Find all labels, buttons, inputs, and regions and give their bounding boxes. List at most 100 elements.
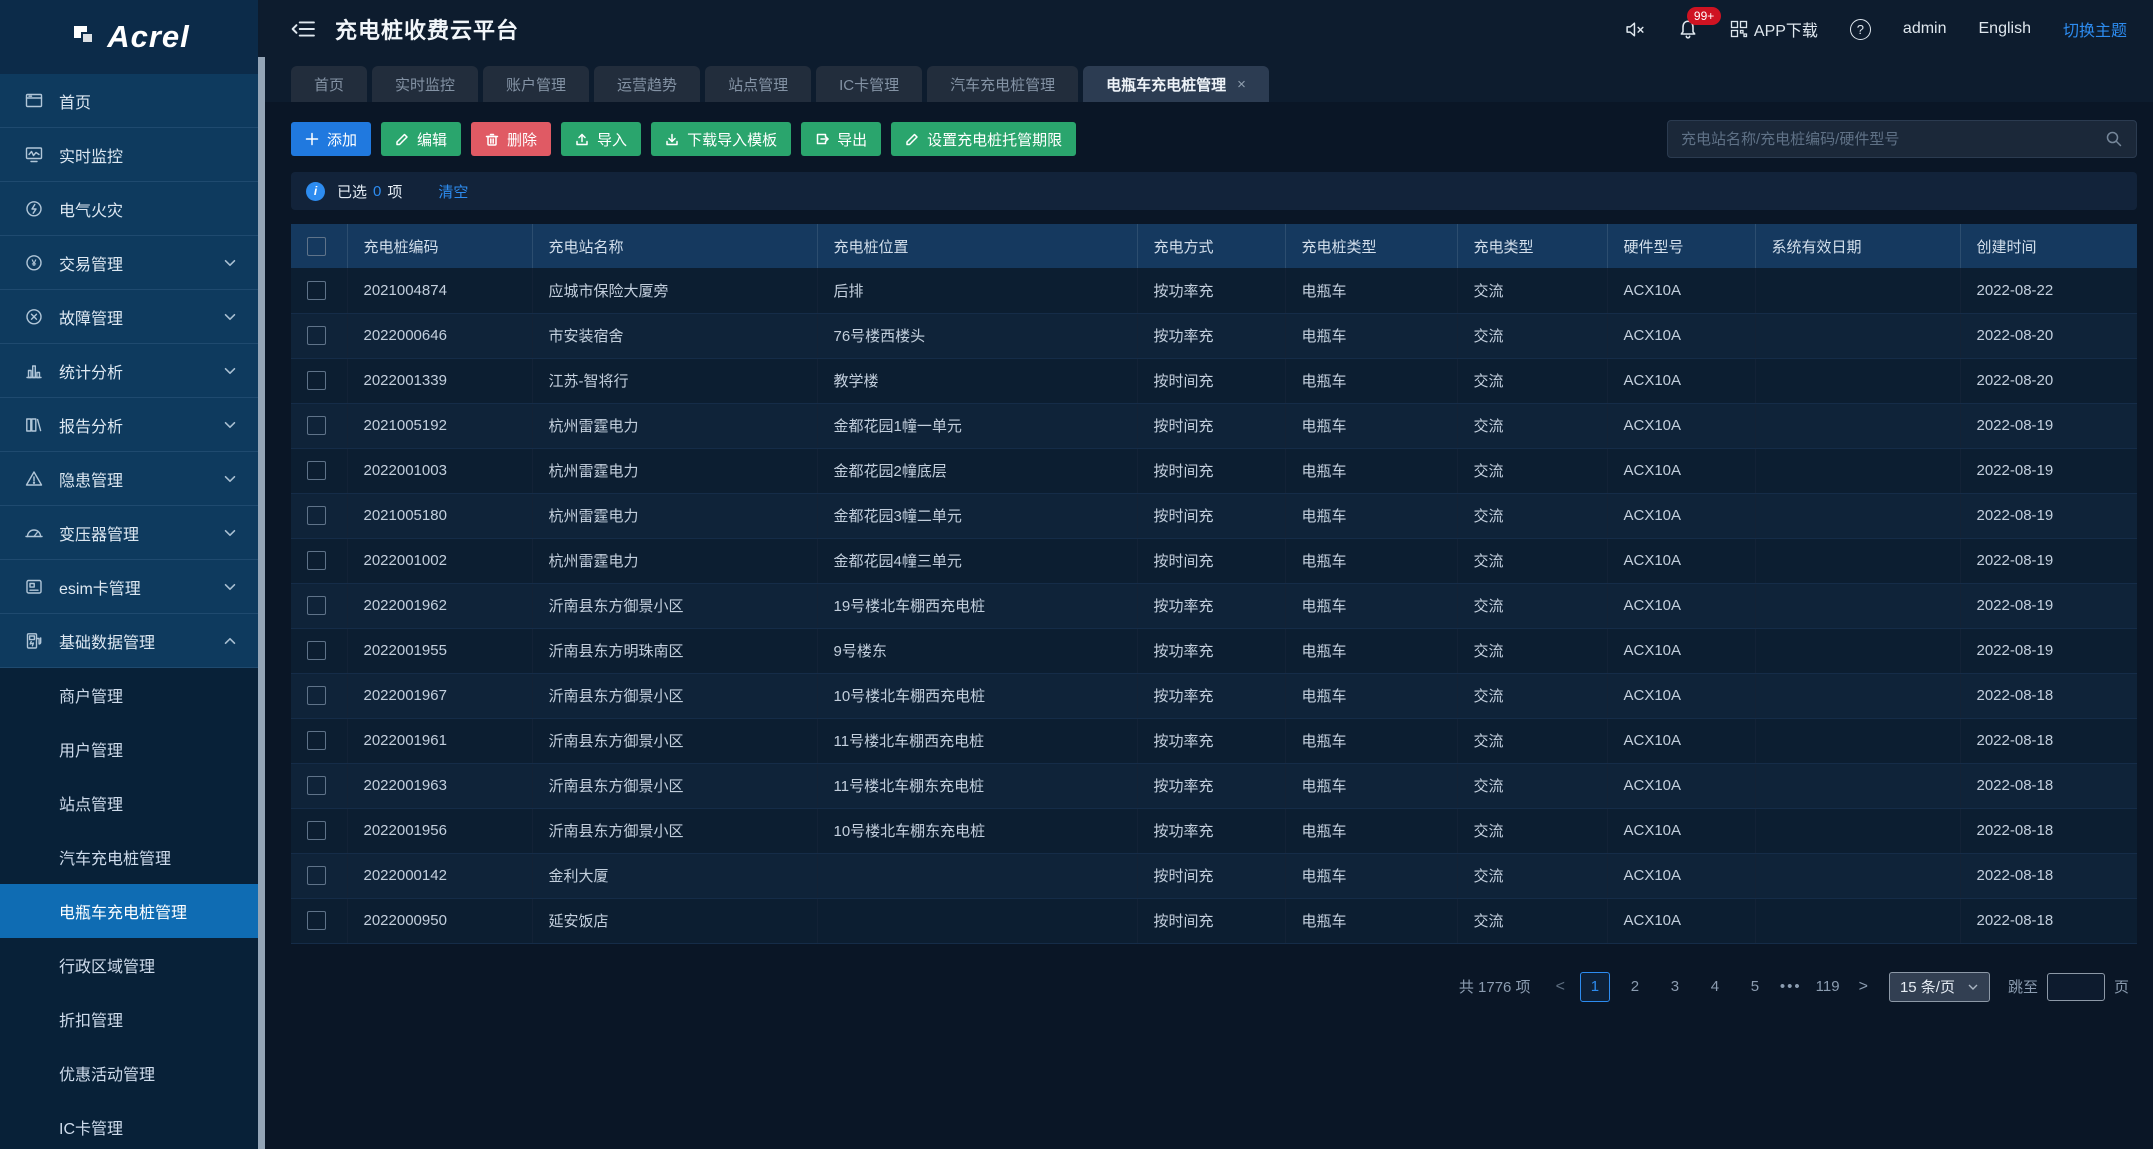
- sidebar-subitem-3[interactable]: 汽车充电桩管理: [0, 830, 258, 884]
- row-checkbox[interactable]: [307, 506, 326, 525]
- row-checkbox[interactable]: [307, 641, 326, 660]
- cell: [1755, 493, 1960, 538]
- sidebar-subitem-7[interactable]: 优惠活动管理: [0, 1046, 258, 1100]
- sidebar-subitem-8[interactable]: IC卡管理: [0, 1100, 258, 1149]
- jump-prefix: 跳至: [2008, 976, 2038, 997]
- sidebar-item-10[interactable]: 基础数据管理: [0, 614, 258, 668]
- sidebar-subitem-0[interactable]: 商户管理: [0, 668, 258, 722]
- jump-page-input[interactable]: [2047, 973, 2105, 1001]
- cell: [1755, 313, 1960, 358]
- toolbar-button-2[interactable]: 删除: [471, 122, 551, 156]
- page-number-4[interactable]: 4: [1700, 972, 1730, 1002]
- sidebar-subitem-2[interactable]: 站点管理: [0, 776, 258, 830]
- row-checkbox[interactable]: [307, 551, 326, 570]
- sidebar-item-5[interactable]: 统计分析: [0, 344, 258, 398]
- table-row[interactable]: 2022001003杭州雷霆电力金都花园2幢底层按时间充电瓶车交流ACX10A2…: [291, 448, 2137, 493]
- toolbar-button-6[interactable]: 设置充电桩托管期限: [891, 122, 1076, 156]
- page-number-2[interactable]: 2: [1620, 972, 1650, 1002]
- table-row[interactable]: 2022001002杭州雷霆电力金都花园4幢三单元按时间充电瓶车交流ACX10A…: [291, 538, 2137, 583]
- sidebar-item-9[interactable]: esim卡管理: [0, 560, 258, 614]
- page-number-119[interactable]: 119: [1812, 972, 1844, 1002]
- page-ellipsis[interactable]: •••: [1780, 978, 1802, 995]
- sidebar-subitem-1[interactable]: 用户管理: [0, 722, 258, 776]
- table-row[interactable]: 2021005180杭州雷霆电力金都花园3幢二单元按时间充电瓶车交流ACX10A…: [291, 493, 2137, 538]
- report-icon: [24, 415, 44, 435]
- help-icon[interactable]: ?: [1850, 19, 1871, 40]
- clear-selection-link[interactable]: 清空: [438, 181, 468, 202]
- table-row[interactable]: 2022001955沂南县东方明珠南区9号楼东按功率充电瓶车交流ACX10A20…: [291, 628, 2137, 673]
- sidebar-item-7[interactable]: 隐患管理: [0, 452, 258, 506]
- row-checkbox[interactable]: [307, 776, 326, 795]
- sidebar-item-1[interactable]: 实时监控: [0, 128, 258, 182]
- search-input[interactable]: [1681, 131, 2105, 148]
- toolbar-button-5[interactable]: 导出: [801, 122, 881, 156]
- tab-3[interactable]: 运营趋势: [594, 66, 700, 102]
- table-row[interactable]: 2022001962沂南县东方御景小区19号楼北车棚西充电桩按功率充电瓶车交流A…: [291, 583, 2137, 628]
- sidebar-subitem-6[interactable]: 折扣管理: [0, 992, 258, 1046]
- table-row[interactable]: 2022001963沂南县东方御景小区11号楼北车棚东充电桩按功率充电瓶车交流A…: [291, 763, 2137, 808]
- row-checkbox[interactable]: [307, 326, 326, 345]
- tab-4[interactable]: 站点管理: [705, 66, 811, 102]
- sidebar-item-6[interactable]: 报告分析: [0, 398, 258, 452]
- search-icon[interactable]: [2105, 130, 2123, 148]
- row-checkbox[interactable]: [307, 731, 326, 750]
- table-row[interactable]: 2022000142金利大厦按时间充电瓶车交流ACX10A2022-08-18: [291, 853, 2137, 898]
- info-icon: i: [306, 182, 325, 201]
- close-icon[interactable]: ×: [1237, 76, 1246, 93]
- row-checkbox[interactable]: [307, 416, 326, 435]
- row-checkbox[interactable]: [307, 821, 326, 840]
- toolbar-button-3[interactable]: 导入: [561, 122, 641, 156]
- speaker-muted-icon[interactable]: [1625, 20, 1646, 39]
- prev-page-arrow[interactable]: <: [1551, 978, 1570, 996]
- page-number-5[interactable]: 5: [1740, 972, 1770, 1002]
- theme-switch-link[interactable]: 切换主题: [2063, 17, 2127, 41]
- table-row[interactable]: 2021004874应城市保险大厦旁后排按功率充电瓶车交流ACX10A2022-…: [291, 268, 2137, 313]
- app-download-link[interactable]: APP下载: [1730, 17, 1818, 41]
- sidebar-scrollbar[interactable]: [258, 0, 265, 1149]
- row-checkbox[interactable]: [307, 461, 326, 480]
- row-checkbox-cell: [291, 808, 347, 853]
- row-checkbox[interactable]: [307, 866, 326, 885]
- page-number-3[interactable]: 3: [1660, 972, 1690, 1002]
- toolbar-button-4[interactable]: 下载导入模板: [651, 122, 791, 156]
- toolbar-button-1[interactable]: 编辑: [381, 122, 461, 156]
- table-row[interactable]: 2022000646市安装宿舍76号楼西楼头按功率充电瓶车交流ACX10A202…: [291, 313, 2137, 358]
- home-icon: [24, 91, 44, 111]
- menu-fold-icon[interactable]: [291, 19, 315, 39]
- tab-0[interactable]: 首页: [291, 66, 367, 102]
- row-checkbox[interactable]: [307, 596, 326, 615]
- tab-5[interactable]: IC卡管理: [816, 66, 922, 102]
- sidebar-item-2[interactable]: 电气火灾: [0, 182, 258, 236]
- next-page-arrow[interactable]: >: [1854, 978, 1873, 996]
- table-row[interactable]: 2022001956沂南县东方御景小区10号楼北车棚东充电桩按功率充电瓶车交流A…: [291, 808, 2137, 853]
- sidebar-item-4[interactable]: 故障管理: [0, 290, 258, 344]
- notification-bell[interactable]: 99+: [1678, 19, 1698, 39]
- sidebar-item-3[interactable]: ¥交易管理: [0, 236, 258, 290]
- sidebar-subitem-5[interactable]: 行政区域管理: [0, 938, 258, 992]
- row-checkbox[interactable]: [307, 686, 326, 705]
- table-row[interactable]: 2021005192杭州雷霆电力金都花园1幢一单元按时间充电瓶车交流ACX10A…: [291, 403, 2137, 448]
- sidebar-item-8[interactable]: 变压器管理: [0, 506, 258, 560]
- topbar-left: 充电桩收费云平台: [291, 13, 519, 45]
- row-checkbox[interactable]: [307, 911, 326, 930]
- row-checkbox[interactable]: [307, 281, 326, 300]
- page-number-1[interactable]: 1: [1580, 972, 1610, 1002]
- row-checkbox[interactable]: [307, 371, 326, 390]
- table-row[interactable]: 2022000950延安饭店按时间充电瓶车交流ACX10A2022-08-18: [291, 898, 2137, 943]
- tab-6[interactable]: 汽车充电桩管理: [927, 66, 1078, 102]
- table-row[interactable]: 2022001339江苏-智将行教学楼按时间充电瓶车交流ACX10A2022-0…: [291, 358, 2137, 403]
- table-row[interactable]: 2022001961沂南县东方御景小区11号楼北车棚西充电桩按功率充电瓶车交流A…: [291, 718, 2137, 763]
- table-row[interactable]: 2022001967沂南县东方御景小区10号楼北车棚西充电桩按功率充电瓶车交流A…: [291, 673, 2137, 718]
- toolbar-button-label: 删除: [507, 129, 537, 150]
- sidebar-item-0[interactable]: 首页: [0, 74, 258, 128]
- language-switch[interactable]: English: [1979, 20, 2031, 38]
- tab-1[interactable]: 实时监控: [372, 66, 478, 102]
- sidebar-subitem-4[interactable]: 电瓶车充电桩管理: [0, 884, 258, 938]
- select-all-checkbox[interactable]: [307, 237, 326, 256]
- tab-7[interactable]: 电瓶车充电桩管理×: [1083, 66, 1269, 102]
- page-size-select[interactable]: 15 条/页: [1889, 972, 1990, 1002]
- cell: 19号楼北车棚西充电桩: [817, 583, 1137, 628]
- tab-2[interactable]: 账户管理: [483, 66, 589, 102]
- toolbar-button-0[interactable]: 添加: [291, 122, 371, 156]
- username[interactable]: admin: [1903, 20, 1947, 38]
